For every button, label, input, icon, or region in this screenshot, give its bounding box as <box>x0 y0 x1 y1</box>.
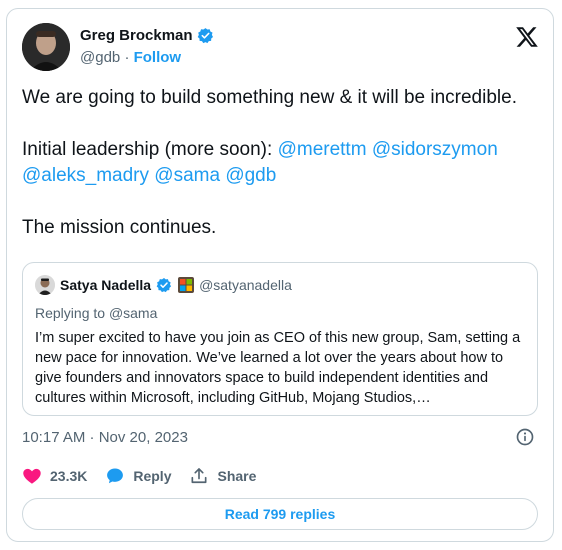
quoted-author-name: Satya Nadella <box>60 277 152 293</box>
replying-to-line: Replying to @sama <box>35 305 157 321</box>
tweet-text: We are going to build something new & it… <box>22 85 532 241</box>
replying-to-handle: @sama <box>108 305 158 321</box>
author-avatar[interactable] <box>22 23 70 71</box>
tweet-timestamp[interactable]: 10:17 AM · Nov 20, 2023 <box>22 429 188 446</box>
share-button[interactable]: Share <box>189 466 256 486</box>
quoted-tweet[interactable]: Satya Nadella @satyanadella Replying to … <box>22 262 538 416</box>
tweet-card: Greg Brockman @gdb · Follow We are going… <box>6 8 554 542</box>
author-name-row: Greg Brockman <box>80 27 214 44</box>
quoted-tweet-header: Satya Nadella @satyanadella <box>35 275 292 295</box>
read-replies-button[interactable]: Read 799 replies <box>22 498 538 530</box>
like-button[interactable]: 23.3K <box>22 466 87 486</box>
tweet-paragraph-3: The mission continues. <box>22 217 217 238</box>
author-handle[interactable]: @gdb <box>80 49 120 66</box>
quoted-tweet-body: I’m super excited to have you join as CE… <box>35 330 521 406</box>
quoted-author-handle: @satyanadella <box>199 277 292 293</box>
info-icon[interactable] <box>515 427 535 447</box>
mention-link[interactable]: @gdb <box>225 165 276 186</box>
replying-to-prefix: Replying to <box>35 305 109 321</box>
share-icon <box>191 468 207 484</box>
reply-button[interactable]: Reply <box>105 466 171 486</box>
mention-link[interactable]: @merettm <box>278 139 367 160</box>
avatar-image <box>22 23 70 71</box>
tweet-actions: 23.3K Reply Share <box>22 466 256 486</box>
microsoft-affiliation-icon <box>178 277 195 293</box>
handle-separator: · <box>124 49 130 66</box>
tweet-paragraph-2: Initial leadership (more soon): @merettm… <box>22 137 532 189</box>
x-logo-icon[interactable] <box>515 25 539 49</box>
quoted-author-avatar <box>35 275 55 295</box>
mention-link[interactable]: @sidorszymon <box>372 139 498 160</box>
author-handle-row: @gdb · Follow <box>80 49 181 66</box>
verified-badge-icon <box>156 277 173 294</box>
author-display-name[interactable]: Greg Brockman <box>80 27 193 44</box>
heart-icon <box>23 468 41 484</box>
reply-label: Reply <box>133 468 172 484</box>
share-label: Share <box>217 468 257 484</box>
like-count: 23.3K <box>50 468 88 484</box>
mention-link[interactable]: @sama <box>154 165 220 186</box>
speech-bubble-icon <box>107 468 124 484</box>
follow-button[interactable]: Follow <box>134 49 182 66</box>
mention-link[interactable]: @aleks_madry <box>22 165 149 186</box>
verified-badge-icon <box>197 27 214 44</box>
tweet-paragraph-1: We are going to build something new & it… <box>22 87 517 108</box>
leadership-prefix: Initial leadership (more soon): <box>22 139 278 160</box>
